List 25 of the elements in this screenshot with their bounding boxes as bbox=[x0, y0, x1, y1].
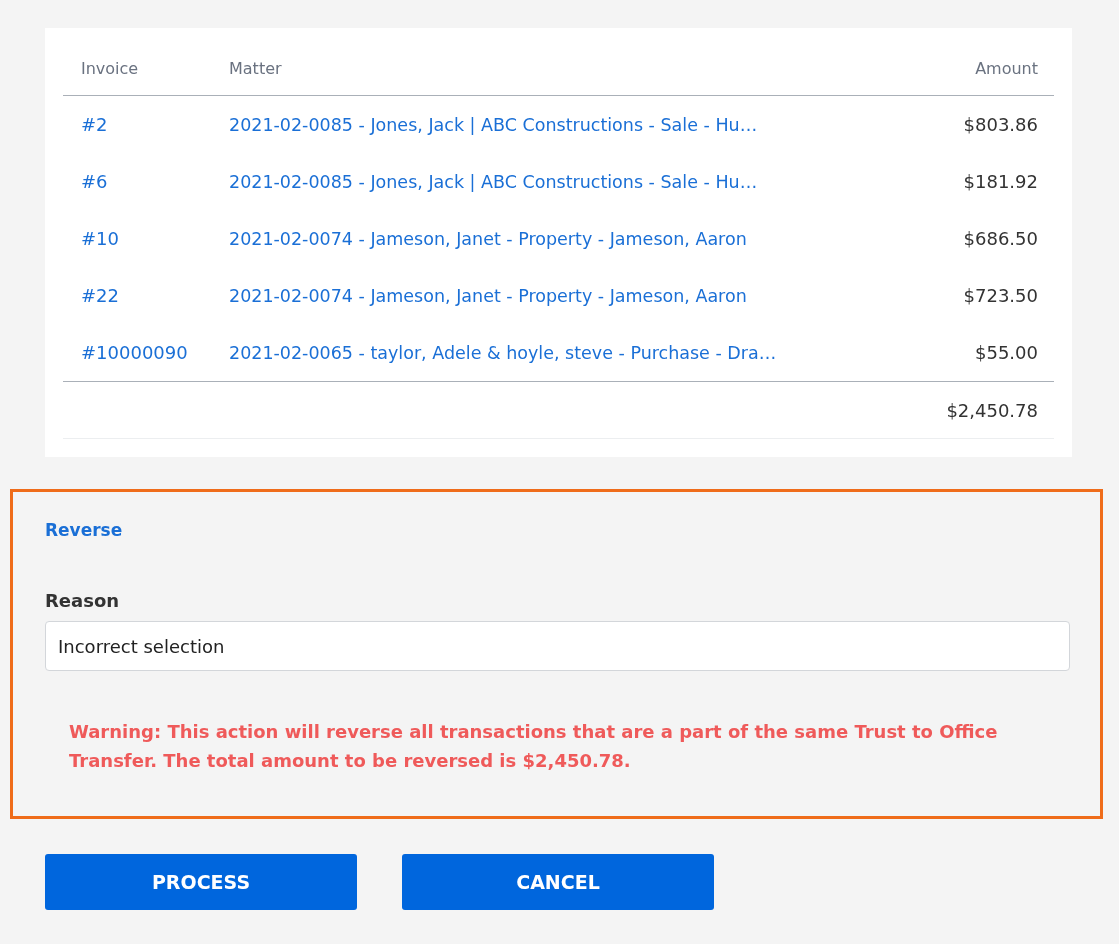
invoice-link[interactable]: #22 bbox=[63, 285, 229, 306]
amount-cell-text: $723.50 bbox=[962, 285, 1039, 306]
invoice-link[interactable]: #10000090 bbox=[63, 342, 229, 363]
column-header: Invoice bbox=[80, 59, 140, 78]
matter-link[interactable]: 2021-02-0074 - Jameson, Janet - Property - Jameson, Aaron bbox=[229, 285, 904, 306]
section-title: Reverse bbox=[45, 520, 124, 540]
reason-input[interactable]: Incorrect selection bbox=[45, 621, 1070, 671]
reason-label: Reason bbox=[45, 590, 121, 611]
matter-link[interactable]: 2021-02-0065 - taylor, Adele & hoyle, steve - Purchase - Dra… bbox=[229, 342, 904, 363]
invoice-link[interactable]: #2 bbox=[63, 114, 229, 135]
matter-link[interactable]: 2021-02-0074 - Jameson, Janet - Property - Jameson, Aaron bbox=[229, 228, 904, 249]
column-header: Matter bbox=[229, 59, 283, 78]
matter-link[interactable]: 2021-02-0085 - Jones, Jack | ABC Constructions - Sale - Hu… bbox=[229, 171, 904, 192]
invoice-link[interactable]: #6 bbox=[63, 171, 229, 192]
column-header: Amount bbox=[974, 59, 1039, 78]
amount-cell-text: $181.92 bbox=[962, 171, 1039, 192]
warning-text: Warning: This action will reverse all transactions that are a part of the same Trust to Office Transfer. The total amount to be reversed is $2,450.78. bbox=[68, 720, 999, 773]
matter-link[interactable]: 2021-02-0085 - Jones, Jack | ABC Constructions - Sale - Hu… bbox=[229, 114, 904, 135]
amount-cell-text: $803.86 bbox=[962, 114, 1039, 135]
process-button[interactable]: PROCESS bbox=[45, 854, 357, 910]
invoice-link[interactable]: #10 bbox=[63, 228, 229, 249]
amount-cell-text: $686.50 bbox=[962, 228, 1039, 249]
total-amount: $2,450.78 bbox=[945, 399, 1039, 421]
amount-cell-text: $55.00 bbox=[974, 342, 1039, 363]
cancel-button[interactable]: CANCEL bbox=[402, 854, 714, 910]
